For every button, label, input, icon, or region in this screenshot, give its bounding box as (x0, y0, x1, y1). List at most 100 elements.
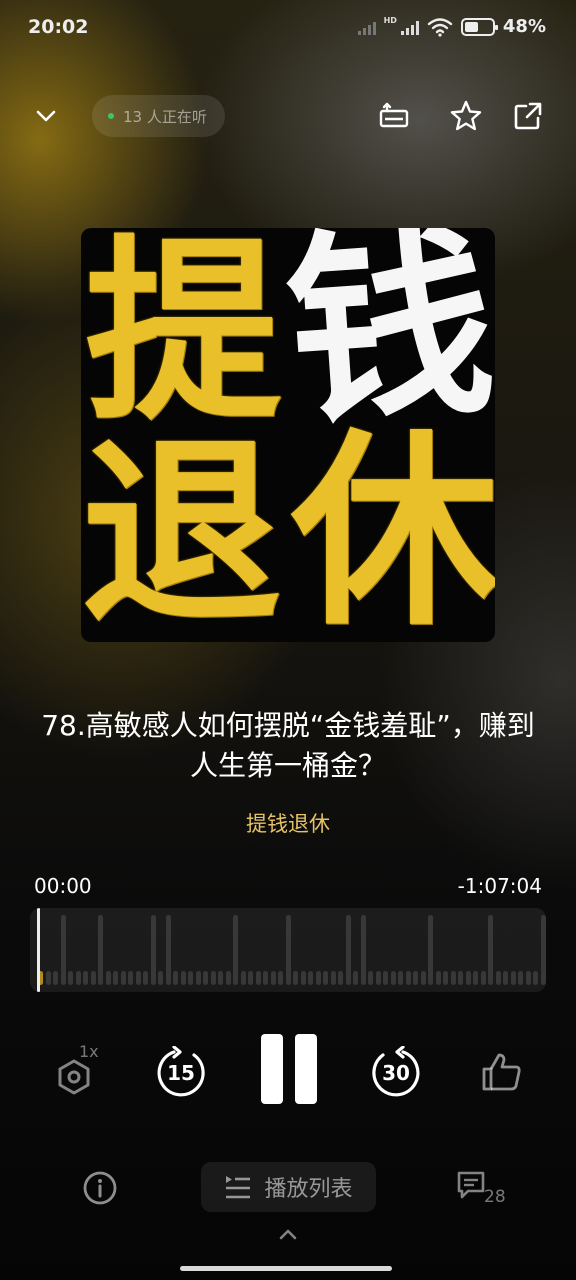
home-indicator (180, 1266, 392, 1271)
waveform-bar (495, 971, 501, 985)
thumbs-up-icon[interactable] (480, 1050, 524, 1094)
chevron-up-icon[interactable] (276, 1224, 300, 1244)
live-dot (108, 113, 114, 119)
speed-icon (58, 1059, 90, 1095)
waveform-bar (248, 971, 253, 985)
waveform-bar (60, 915, 66, 985)
cast-icon[interactable] (376, 98, 412, 134)
waveform-bar (113, 971, 118, 985)
waveform-bar (120, 971, 126, 985)
waveform-bar (345, 915, 351, 985)
waveform-bar (45, 971, 51, 985)
waveform-bar (255, 971, 261, 985)
info-icon[interactable] (82, 1170, 118, 1206)
cover-char: 钱 (278, 228, 495, 455)
waveform-bar (383, 971, 388, 985)
waveform-bar (480, 971, 486, 985)
waveform-bar (150, 915, 156, 985)
waveform-bar (278, 971, 283, 985)
waveform-bar (323, 971, 328, 985)
cover-char: 提 (85, 228, 282, 447)
waveform-bar (135, 971, 141, 985)
waveform-bar (338, 971, 343, 985)
waveform-bar (525, 971, 531, 985)
share-icon[interactable] (510, 98, 546, 134)
waveform-bar (375, 971, 381, 985)
elapsed-time: 00:00 (34, 874, 92, 898)
waveform-bar (435, 971, 441, 985)
waveform-bar (225, 971, 231, 985)
waveform-bar (510, 971, 516, 985)
waveform-bar (165, 915, 171, 985)
rewind-seconds: 15 (167, 1061, 195, 1085)
waveform-bar (173, 971, 178, 985)
network-type-label: HD (383, 16, 397, 25)
waveform-bar (68, 971, 73, 985)
waveform-bar (458, 971, 463, 985)
status-time: 20:02 (28, 16, 89, 38)
comment-icon (457, 1171, 485, 1199)
playback-speed-button[interactable]: 1x (50, 1042, 106, 1102)
waveform-bar (315, 971, 321, 985)
forward-30-button[interactable]: 30 (369, 1046, 423, 1100)
waveform-bar (488, 915, 493, 985)
rewind-15-button[interactable]: 15 (154, 1046, 208, 1100)
waveform-bar (83, 971, 88, 985)
waveform-bar (353, 971, 358, 985)
waveform-seek-bar[interactable] (30, 908, 546, 992)
live-listeners-badge: 13 人正在听 (92, 95, 225, 137)
episode-title: 78.高敏感人如何摆脱“金钱羞耻”，赚到人生第一桶金？ (41, 709, 535, 782)
waveform-bar (413, 971, 418, 985)
waveform-bar (540, 915, 546, 985)
pause-button[interactable] (258, 1034, 320, 1106)
signal-sim1-icon (357, 19, 376, 35)
speed-label: 1x (79, 1042, 99, 1061)
waveform-bar (188, 971, 193, 985)
chevron-down-icon[interactable] (30, 100, 62, 132)
forward-seconds: 30 (382, 1061, 410, 1085)
waveform-bar (285, 915, 291, 985)
player-top-bar: 13 人正在听 (0, 92, 576, 140)
playhead[interactable] (37, 908, 40, 992)
waveform-bar (503, 971, 508, 985)
waveform-bar (405, 971, 411, 985)
comments-count: 28 (484, 1187, 506, 1207)
waveform-bar (203, 971, 208, 985)
waveform-bar (143, 971, 148, 985)
podcast-name-link[interactable]: 提钱退休 (0, 808, 576, 838)
waveform-bar (75, 971, 81, 985)
status-icons: HD 48% (357, 16, 546, 37)
waveform-bar (465, 971, 471, 985)
waveform-bar (90, 971, 96, 985)
star-icon[interactable] (448, 98, 484, 134)
waveform-bar (233, 915, 238, 985)
waveform-bar (308, 971, 313, 985)
waveform-bar (98, 915, 103, 985)
comments-button[interactable]: 28 (456, 1170, 512, 1210)
waveform-bar (390, 971, 396, 985)
cover-char: 退 (81, 416, 282, 642)
waveform-bar (53, 971, 58, 985)
waveform-bar (428, 915, 433, 985)
waveform-bar (210, 971, 216, 985)
waveform-bar (293, 971, 298, 985)
waveform-bar (300, 971, 306, 985)
battery-icon (460, 17, 498, 36)
waveform-bar (533, 971, 538, 985)
waveform-bar (270, 971, 276, 985)
playlist-icon (226, 1176, 251, 1199)
status-bar: 20:02 HD 48% (0, 0, 576, 56)
waveform-bar (218, 971, 223, 985)
waveform-bar (398, 971, 403, 985)
playlist-label: 播放列表 (264, 1177, 353, 1202)
waveform-bar (158, 971, 163, 985)
listeners-count-text: 13 人正在听 (123, 107, 207, 126)
playlist-button[interactable]: 播放列表 (201, 1162, 376, 1212)
waveform-bar (180, 971, 186, 985)
waveform-bar (330, 971, 336, 985)
waveform-bar (240, 971, 246, 985)
player-bottom-bar: 播放列表 28 (0, 1162, 576, 1214)
waveform-bar (368, 971, 373, 985)
waveform-bar (518, 971, 523, 985)
waveform-bar (128, 971, 133, 985)
